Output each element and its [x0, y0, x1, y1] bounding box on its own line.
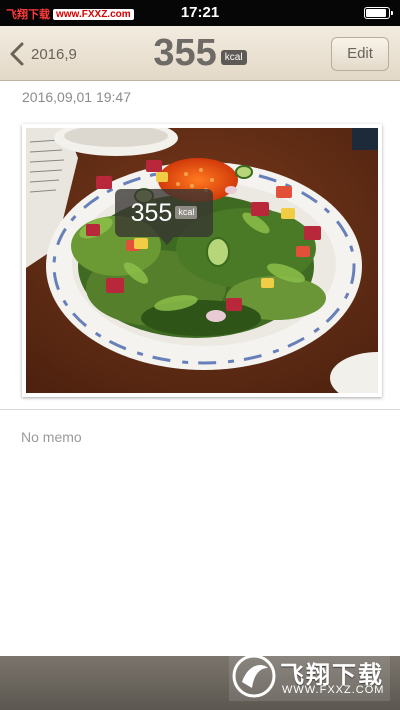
watermark-url-bottom: WWW.FXXZ.COM: [282, 684, 385, 696]
app-screen: 飞翔下载 www.FXXZ.com 17:21 2016,9 355 kcal E…: [0, 0, 400, 710]
calorie-total: 355: [153, 32, 217, 74]
battery-icon: [364, 7, 393, 19]
back-button[interactable]: 2016,9: [8, 38, 77, 70]
memo-text[interactable]: No memo: [21, 429, 82, 445]
status-bar: 飞翔下载 www.FXXZ.com 17:21: [0, 0, 400, 26]
entry-datetime: 2016,09,01 19:47: [22, 89, 131, 105]
status-time: 17:21: [180, 4, 220, 21]
edit-button[interactable]: Edit: [331, 37, 389, 71]
battery-level: [366, 9, 386, 17]
overlay-kcal-badge: kcal: [175, 205, 198, 219]
back-button-label: 2016,9: [31, 45, 77, 63]
chevron-left-icon: [10, 42, 24, 66]
navigation-bar: 2016,9 355 kcal Edit: [0, 26, 400, 81]
meal-photo-frame[interactable]: [22, 124, 382, 397]
kcal-unit-badge: kcal: [220, 50, 247, 65]
divider: [0, 409, 400, 410]
calorie-overlay: 355 kcal: [115, 189, 213, 245]
meal-photo: [26, 128, 378, 393]
overlay-calories: 355: [130, 199, 173, 227]
watermark-logo-icon: [232, 654, 276, 698]
